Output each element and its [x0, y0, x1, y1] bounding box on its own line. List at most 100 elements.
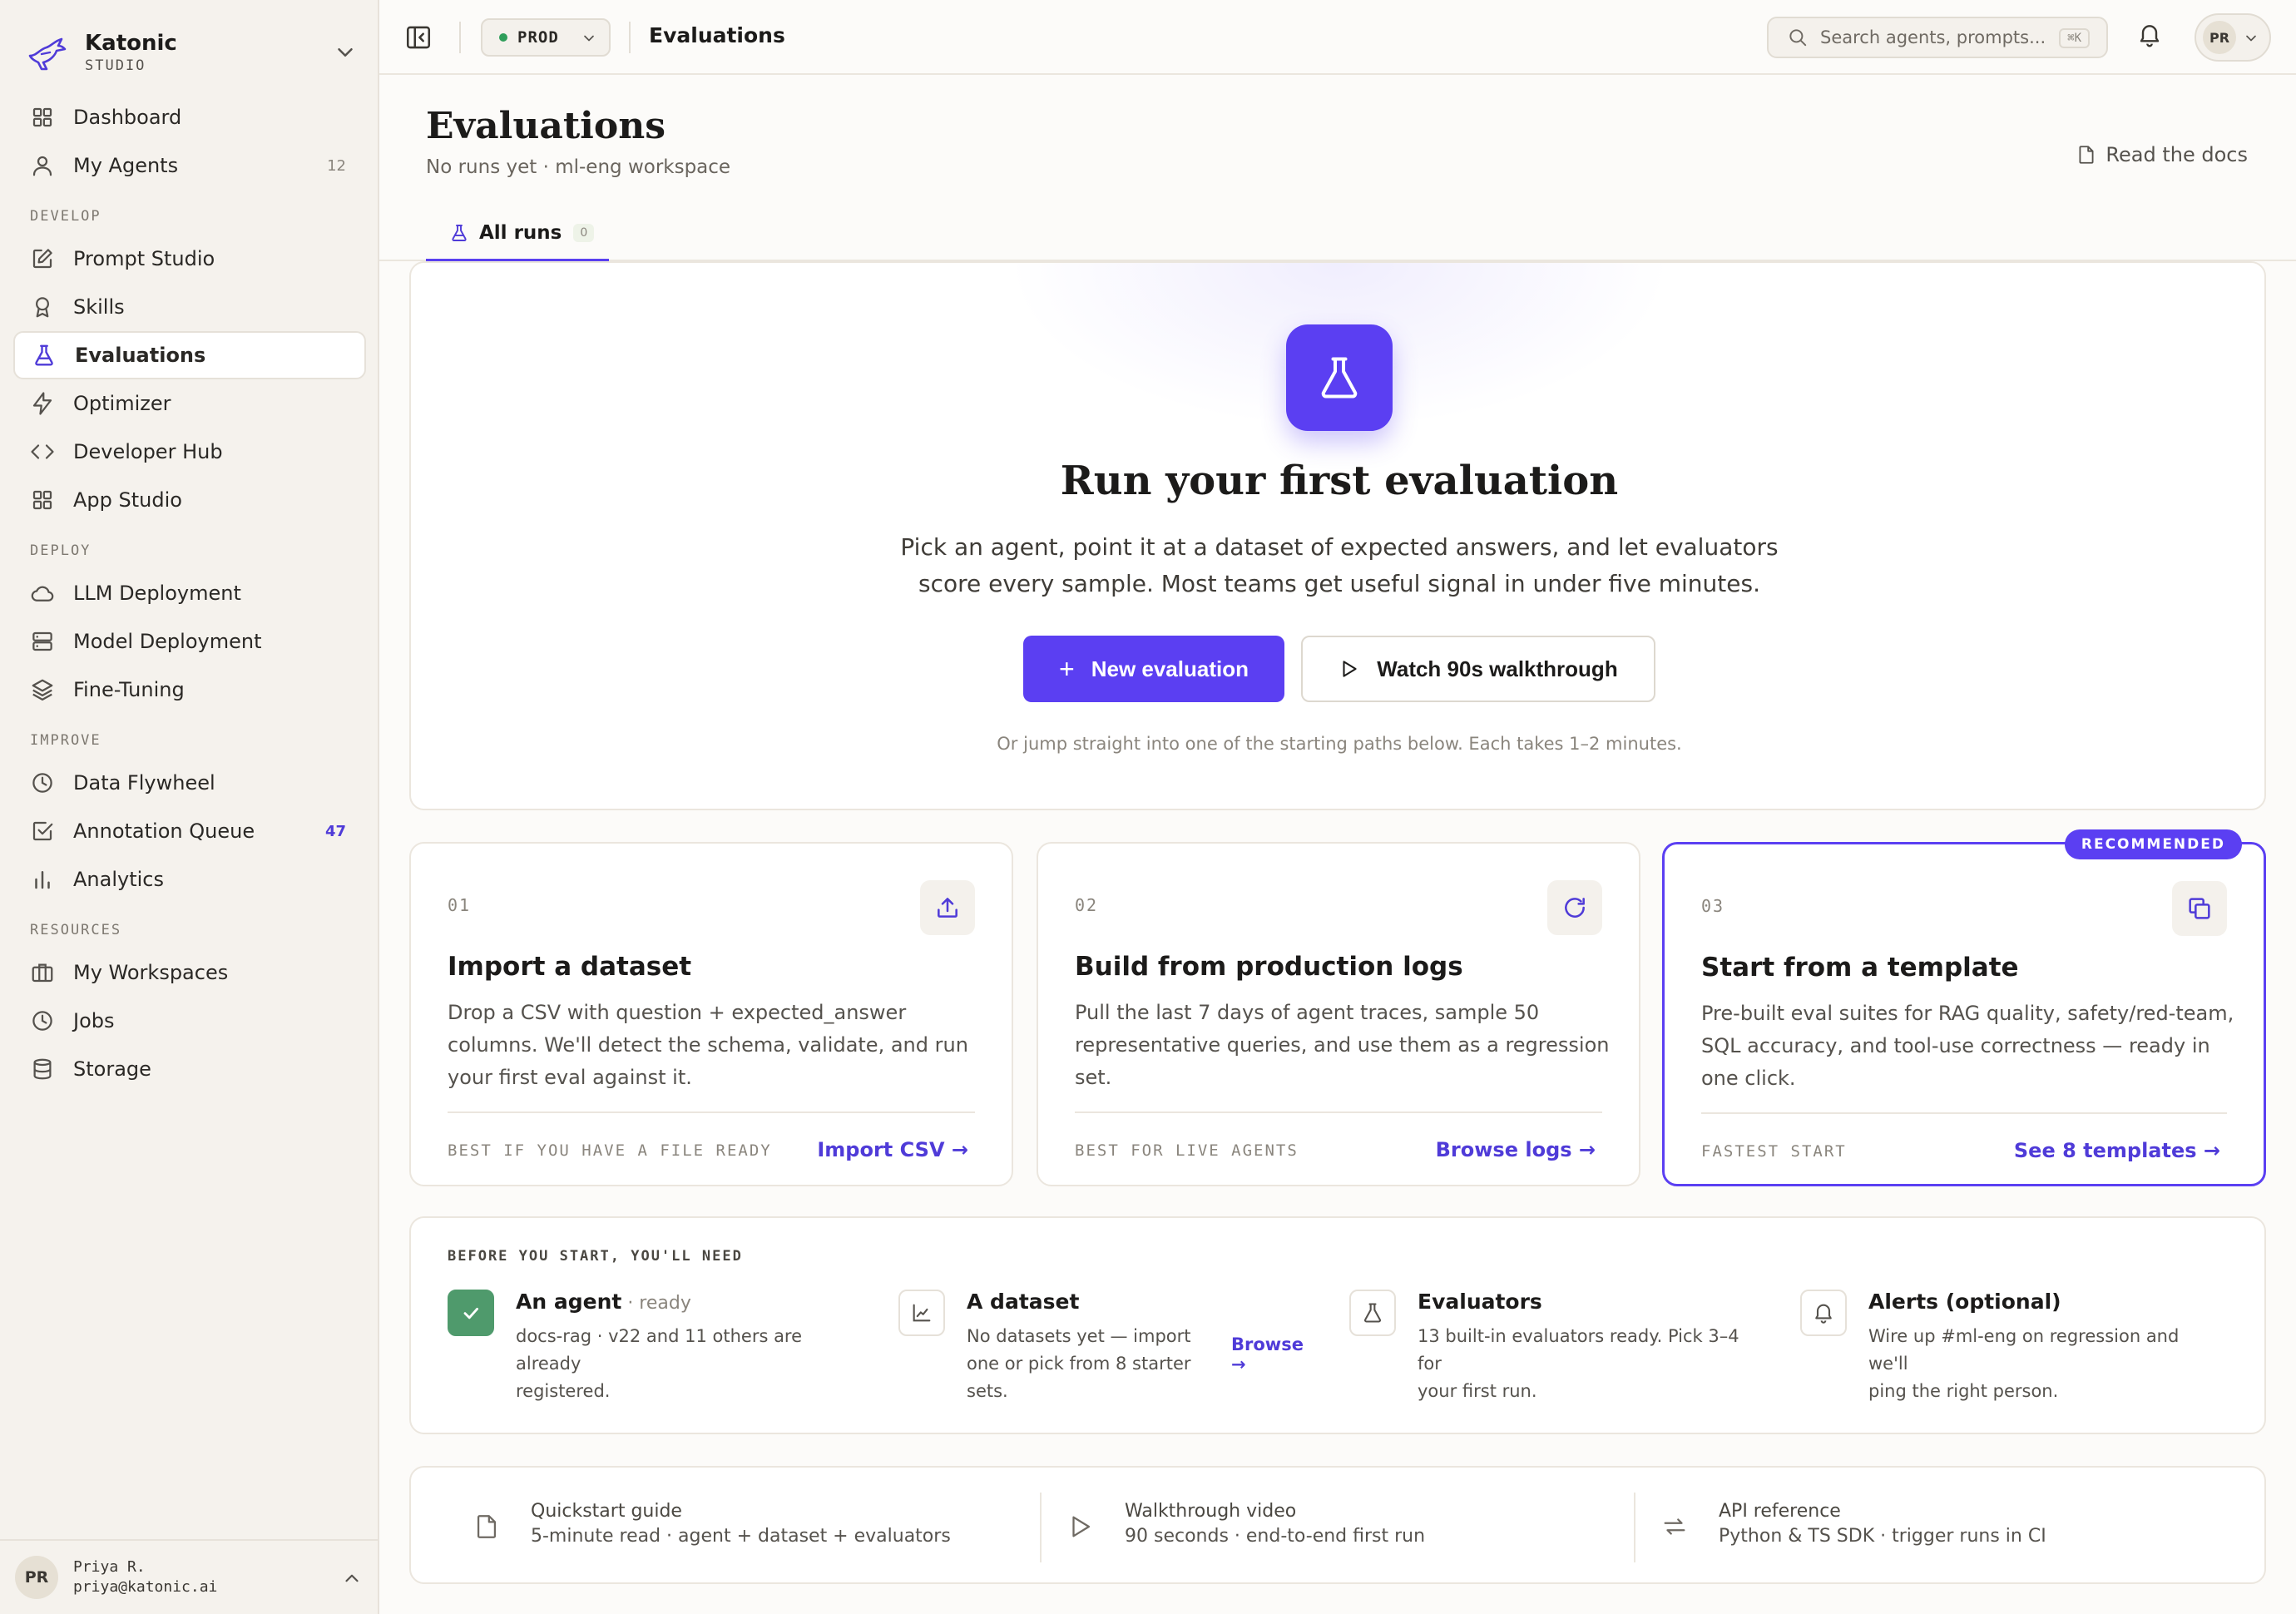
tab-all-runs[interactable]: All runs 0 [426, 206, 609, 261]
checkbox-icon [32, 821, 53, 841]
sidebar-item-label: Optimizer [73, 392, 171, 415]
watch-walkthrough-label: Watch 90s walkthrough [1377, 656, 1618, 681]
chevron-down-icon [338, 48, 353, 57]
sidebar-item-my-agents[interactable]: My Agents 12 [13, 141, 366, 190]
user-email: priya@katonic.ai [73, 1578, 218, 1596]
resource-title: Walkthrough video [1125, 1501, 1297, 1522]
tab-count-badge: 0 [573, 223, 595, 242]
card-number: 03 [1701, 896, 1725, 916]
sidebar-item-model-deployment[interactable]: Model Deployment [13, 617, 366, 666]
sidebar-item-analytics[interactable]: Analytics [13, 855, 366, 904]
sidebar-item-llm-deployment[interactable]: LLM Deployment [13, 569, 366, 617]
resource-walkthrough-video[interactable]: Walkthrough video 90 seconds · end-to-en… [1066, 1496, 1649, 1559]
prerequisites-heading: BEFORE YOU START, YOU'LL NEED [448, 1248, 743, 1265]
hero-hint: Or jump straight into one of the startin… [997, 734, 1682, 754]
card-description: Drop a CSV with question + expected_answ… [448, 1001, 968, 1089]
sidebar-item-label: Analytics [73, 868, 164, 891]
brand-subtitle: STUDIO [85, 57, 146, 74]
card-title: Import a dataset [448, 952, 692, 982]
chevron-up-icon [345, 1574, 359, 1582]
empty-state-hero: Run your first evaluation Pick an agent,… [409, 261, 2266, 810]
prereq-title: Evaluators [1418, 1290, 1542, 1314]
prereq-line: Wire up #ml-eng on regression and we'll [1868, 1326, 2180, 1374]
resource-api-reference[interactable]: API reference Python & TS SDK · trigger … [1660, 1496, 2243, 1559]
search-icon [1789, 29, 1807, 47]
card-title: Start from a template [1701, 953, 2019, 983]
bell-icon[interactable] [2136, 22, 2163, 48]
sidebar-item-dashboard[interactable]: Dashboard [13, 93, 366, 141]
resource-description: 90 seconds · end-to-end first run [1125, 1526, 1426, 1547]
path-card-import-dataset[interactable]: 01 Import a dataset Drop a CSV with ques… [409, 842, 1013, 1186]
environment-label: PROD [517, 28, 559, 47]
divider [1634, 1493, 1635, 1562]
clock-icon [32, 773, 52, 793]
sidebar-item-evaluations[interactable]: Evaluations [13, 331, 366, 379]
recommended-badge: RECOMMENDED [2064, 829, 2242, 859]
card-number: 02 [1075, 895, 1099, 915]
sidebar-item-label: Storage [73, 1057, 151, 1081]
sidebar-item-fine-tuning[interactable]: Fine-Tuning [13, 666, 366, 714]
browse-logs-link[interactable]: Browse logs → [1436, 1138, 1596, 1161]
nav-section-resources: RESOURCES [30, 922, 122, 938]
flask-icon [35, 344, 53, 366]
read-docs-link[interactable]: Read the docs [2076, 143, 2248, 166]
sidebar-item-label: Jobs [73, 1009, 115, 1032]
prereq-line: No datasets yet — import [967, 1326, 1191, 1346]
path-card-template[interactable]: RECOMMENDED 03 Start from a template Pre… [1662, 829, 2266, 1186]
card-footnote: FASTEST START [1701, 1142, 1847, 1161]
status-dot [499, 33, 507, 42]
card-footnote: BEST FOR LIVE AGENTS [1075, 1141, 1299, 1160]
sidebar-item-label: Data Flywheel [73, 771, 215, 795]
page-title: Evaluations [426, 105, 666, 147]
sidebar-item-prompt-studio[interactable]: Prompt Studio [13, 235, 366, 283]
account-menu[interactable]: PR [2195, 13, 2271, 62]
annotation-count-badge: 47 [324, 822, 346, 840]
resource-description: 5-minute read · agent + dataset + evalua… [531, 1526, 951, 1547]
breadcrumb: Evaluations [649, 23, 785, 47]
user-menu[interactable]: PR Priya R. priya@katonic.ai [0, 1539, 379, 1614]
see-templates-link[interactable]: See 8 templates → [2014, 1139, 2220, 1162]
path-card-production-logs[interactable]: 02 Build from production logs Pull the l… [1037, 842, 1640, 1186]
sidebar-item-optimizer[interactable]: Optimizer [13, 379, 366, 428]
refresh-icon [1547, 880, 1602, 935]
clock-icon [32, 1011, 52, 1031]
sidebar-item-data-flywheel[interactable]: Data Flywheel [13, 759, 366, 807]
sidebar-item-storage[interactable]: Storage [13, 1045, 366, 1093]
sidebar-item-label: Annotation Queue [73, 819, 255, 843]
divider [1040, 1493, 1042, 1562]
search-input[interactable]: Search agents, prompts... ⌘K [1767, 17, 2108, 58]
brand-name: Katonic [85, 31, 177, 56]
sidebar: Katonic STUDIO Dashboard My Agents 12 DE… [0, 0, 379, 1614]
sidebar-item-jobs[interactable]: Jobs [13, 997, 366, 1045]
sidebar-item-my-workspaces[interactable]: My Workspaces [13, 948, 366, 997]
sidebar-item-skills[interactable]: Skills [13, 283, 366, 331]
prereq-title: A dataset [967, 1290, 1080, 1314]
sidebar-item-developer-hub[interactable]: Developer Hub [13, 428, 366, 476]
prereq-line: 13 built-in evaluators ready. Pick 3–4 f… [1418, 1326, 1739, 1374]
import-csv-link[interactable]: Import CSV → [817, 1138, 968, 1161]
page-subtitle: No runs yet · ml-eng workspace [426, 156, 731, 178]
sidebar-item-annotation-queue[interactable]: Annotation Queue 47 [13, 807, 366, 855]
resource-quickstart-guide[interactable]: Quickstart guide 5-minute read · agent +… [473, 1496, 1055, 1559]
play-icon [1072, 1516, 1091, 1537]
hero-title: Run your first evaluation [1060, 458, 1619, 504]
page-header: Evaluations No runs yet · ml-eng workspa… [379, 77, 2296, 206]
sidebar-item-label: Model Deployment [73, 630, 262, 653]
database-icon [33, 1058, 52, 1080]
divider [629, 22, 631, 53]
chevron-down-icon [2246, 35, 2256, 42]
new-evaluation-button[interactable]: + New evaluation [1023, 636, 1284, 702]
sidebar-toggle-icon[interactable] [404, 23, 433, 52]
sidebar-item-app-studio[interactable]: App Studio [13, 476, 366, 524]
server-icon [32, 631, 52, 651]
prereq-line: one or pick from 8 starter [967, 1354, 1191, 1374]
sidebar-item-label: LLM Deployment [73, 582, 241, 605]
workspace-switcher[interactable]: Katonic STUDIO [25, 25, 358, 80]
resources-panel: Quickstart guide 5-minute read · agent +… [409, 1466, 2266, 1584]
award-icon [36, 297, 49, 318]
browse-datasets-link[interactable]: Browse → [1231, 1334, 1314, 1374]
prereq-description: Wire up #ml-eng on regression and we'll … [1868, 1323, 2216, 1405]
environment-selector[interactable]: PROD [481, 18, 611, 57]
prereq-description: 13 built-in evaluators ready. Pick 3–4 f… [1418, 1323, 1765, 1405]
watch-walkthrough-button[interactable]: Watch 90s walkthrough [1301, 636, 1655, 702]
